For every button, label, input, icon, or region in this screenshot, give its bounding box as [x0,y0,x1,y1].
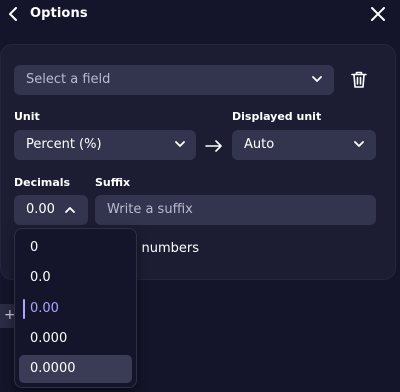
suffix-label: Suffix [95,176,131,189]
suffix-input[interactable]: Write a suffix [95,195,376,225]
page-title: Options [30,6,88,21]
decimals-option-selected[interactable]: 0.00 [19,295,132,323]
decimals-label: Decimals [14,176,71,189]
decimals-option-label: 0.00 [30,301,59,316]
displayed-unit-label: Displayed unit [232,110,322,123]
decimals-option-label: 0.0 [30,270,51,285]
unit-label: Unit [14,110,40,123]
decimals-option-hovered[interactable]: 0.0000 [19,355,132,383]
decimals-option[interactable]: 0 [19,234,132,262]
field-select[interactable]: Select a field [14,65,334,95]
decimals-option-label: 0 [30,240,39,255]
unit-select[interactable]: Percent (%) [14,130,196,160]
chevron-down-icon [354,141,364,147]
decimals-select-value: 0.00 [26,202,55,217]
chevron-up-icon [65,207,75,213]
close-icon[interactable] [371,7,385,21]
displayed-unit-select[interactable]: Auto [232,130,376,160]
chevron-down-icon [312,76,322,82]
back-chevron-icon[interactable] [8,7,18,21]
displayed-unit-select-value: Auto [244,137,275,152]
options-header: Options [0,0,400,30]
decimals-option-label: 0.000 [30,331,68,346]
trash-icon[interactable] [351,71,367,88]
suffix-input-placeholder: Write a suffix [107,202,193,217]
chevron-down-icon [175,141,185,147]
decimals-option[interactable]: 0.0 [19,264,132,292]
field-select-placeholder: Select a field [26,72,111,87]
decimals-select[interactable]: 0.00 [14,195,88,225]
unit-select-value: Percent (%) [26,137,102,152]
decimals-option-label: 0.0000 [30,361,76,376]
decimals-option[interactable]: 0.000 [19,325,132,353]
decimals-dropdown-menu: 0 0.0 0.00 0.000 0.0000 [14,228,137,388]
arrow-right-icon [205,140,222,152]
selected-indicator [23,299,25,319]
